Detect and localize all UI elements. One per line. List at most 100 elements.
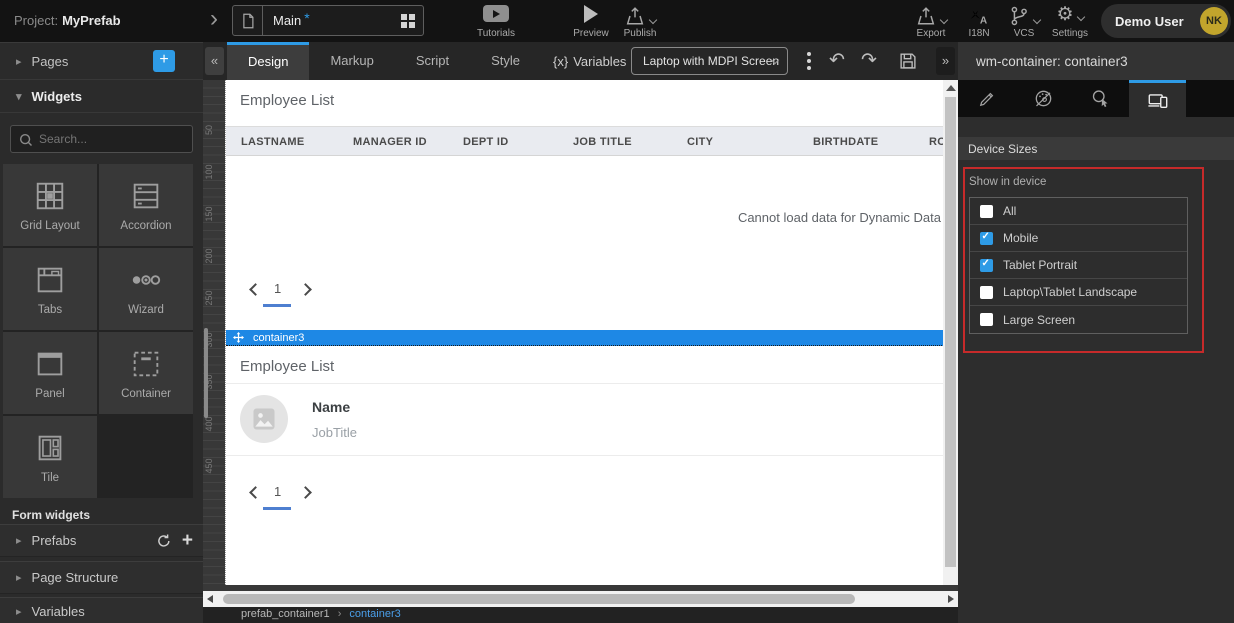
redo-button[interactable]: ↷	[861, 49, 877, 72]
variables-dropdown[interactable]: {x} Variables	[553, 42, 641, 80]
scroll-right-arrow[interactable]	[948, 595, 954, 603]
search-input[interactable]	[10, 125, 193, 153]
collapse-sidebar-button[interactable]: «	[205, 47, 224, 75]
sidebar-item-pages[interactable]: ▸ Pages +	[0, 43, 203, 80]
next-page-button[interactable]	[299, 486, 312, 499]
column-header: DEPT ID	[463, 136, 509, 148]
checkbox-row-laptop-tablet-landscape[interactable]: Laptop\Tablet Landscape	[970, 279, 1187, 306]
sidebar-item-widgets[interactable]: ▾ Widgets	[0, 80, 203, 113]
refresh-icon[interactable]	[156, 533, 172, 549]
tab-styles[interactable]	[1015, 80, 1072, 117]
page-tab-main[interactable]: Main *	[232, 5, 424, 36]
widget-container[interactable]: Container	[99, 332, 193, 414]
scroll-up-arrow[interactable]	[946, 85, 956, 91]
checkbox[interactable]	[980, 259, 993, 272]
add-prefab-button[interactable]: +	[182, 532, 193, 550]
next-page-button[interactable]	[299, 283, 312, 296]
widget-wizard[interactable]: Wizard	[99, 248, 193, 330]
export-icon	[915, 5, 937, 27]
checkbox-row-tablet-portrait[interactable]: Tablet Portrait	[970, 252, 1187, 279]
tab-design[interactable]: Design	[227, 42, 309, 80]
tutorials-icon	[483, 5, 509, 22]
list-title[interactable]: Employee List	[240, 358, 334, 375]
design-canvas: Employee List LASTNAME MANAGER ID DEPT I…	[225, 80, 943, 585]
widget-panel[interactable]: Panel	[3, 332, 97, 414]
pages-grid-icon[interactable]	[401, 14, 415, 28]
breadcrumb-parent[interactable]: prefab_container1	[241, 607, 330, 622]
left-sidebar: ▸ Pages + ▾ Widgets Grid Layout Accordio…	[0, 42, 203, 623]
preview-button[interactable]: Preview	[566, 5, 616, 39]
active-page-underline	[263, 304, 291, 307]
sidebar-item-prefabs[interactable]: ▸ Prefabs +	[0, 524, 203, 557]
tabs-icon	[33, 263, 67, 297]
column-header: BIRTHDATE	[813, 136, 878, 148]
prev-page-button[interactable]	[249, 486, 262, 499]
list-pagination: 1	[249, 483, 329, 517]
sidebar-item-page-structure[interactable]: ▸ Page Structure	[0, 561, 203, 594]
i18n-button[interactable]: A I18N	[957, 5, 1001, 39]
devices-icon	[1147, 89, 1169, 111]
checkbox-row-all[interactable]: All	[970, 198, 1187, 225]
tab-script[interactable]: Script	[395, 42, 470, 80]
tab-properties[interactable]	[958, 80, 1015, 117]
save-button[interactable]	[897, 50, 919, 72]
table-pagination: 1	[249, 280, 329, 314]
widget-tabs[interactable]: Tabs	[3, 248, 97, 330]
settings-button[interactable]: ⚙ Settings	[1044, 5, 1096, 39]
user-menu[interactable]: Demo User NK	[1101, 4, 1231, 38]
widget-grid-layout[interactable]: Grid Layout	[3, 164, 97, 246]
prev-page-button[interactable]	[249, 283, 262, 296]
widget-tile[interactable]: Tile	[3, 416, 97, 498]
collapse-right-panel-button[interactable]: »	[936, 47, 955, 75]
ruler-scrollbar-thumb[interactable]	[204, 328, 208, 418]
list-item[interactable]: Name JobTitle	[226, 383, 943, 456]
breadcrumb: prefab_container1 › container3	[203, 607, 958, 623]
project-name: MyPrefab	[62, 13, 121, 28]
checkbox[interactable]	[980, 286, 993, 299]
list-item-name: Name	[312, 399, 350, 415]
widget-accordion[interactable]: Accordion	[99, 164, 193, 246]
add-page-button[interactable]: +	[153, 50, 175, 72]
device-select[interactable]: Laptop with MDPI Screen	[631, 47, 788, 75]
checkbox-row-mobile[interactable]: Mobile	[970, 225, 1187, 252]
tab-devices[interactable]	[1129, 80, 1186, 117]
tab-style[interactable]: Style	[470, 42, 541, 80]
tab-events[interactable]	[1072, 80, 1129, 117]
move-icon	[233, 332, 244, 343]
checkbox[interactable]	[980, 205, 993, 218]
checkbox-row-large-screen[interactable]: Large Screen	[970, 306, 1187, 333]
tab-markup[interactable]: Markup	[309, 42, 394, 80]
checkbox[interactable]	[980, 313, 993, 326]
pencil-icon	[977, 89, 997, 109]
top-bar: Project:MyPrefab › Main * Tutorials Prev…	[0, 0, 1234, 42]
more-options-button[interactable]	[803, 50, 815, 72]
horizontal-scrollbar[interactable]	[203, 591, 958, 607]
project-chevron-icon: ›	[210, 5, 218, 33]
container-icon	[129, 347, 163, 381]
page-number[interactable]: 1	[274, 281, 281, 296]
column-header: CITY	[687, 136, 713, 148]
list-item-subtitle: JobTitle	[312, 425, 357, 440]
tile-icon	[33, 431, 67, 465]
vertical-scrollbar-thumb[interactable]	[945, 97, 956, 567]
user-name: Demo User	[1115, 14, 1184, 29]
column-header: MANAGER ID	[353, 136, 427, 148]
vcs-button[interactable]: VCS	[1001, 5, 1047, 39]
checkbox[interactable]	[980, 232, 993, 245]
tutorials-button[interactable]: Tutorials	[468, 5, 524, 39]
selected-widget-bar-container3[interactable]: container3	[226, 330, 943, 346]
scroll-left-arrow[interactable]	[207, 595, 213, 603]
properties-panel: wm-container: container3 Device Sizes Sh…	[958, 42, 1234, 623]
vertical-scrollbar[interactable]	[943, 80, 958, 585]
breadcrumb-current[interactable]: container3	[349, 607, 400, 622]
data-table-header[interactable]: LASTNAME MANAGER ID DEPT ID JOB TITLE CI…	[226, 126, 943, 156]
data-table-title[interactable]: Employee List	[240, 92, 334, 109]
publish-button[interactable]: Publish	[612, 5, 668, 39]
undo-button[interactable]: ↶	[829, 49, 845, 72]
selected-widget-title: wm-container: container3	[958, 42, 1234, 80]
page-number[interactable]: 1	[274, 484, 281, 499]
svg-text:A: A	[980, 15, 988, 26]
export-button[interactable]: Export	[905, 5, 957, 39]
horizontal-scrollbar-thumb[interactable]	[223, 594, 855, 604]
sidebar-item-variables[interactable]: ▸ Variables	[0, 597, 203, 623]
